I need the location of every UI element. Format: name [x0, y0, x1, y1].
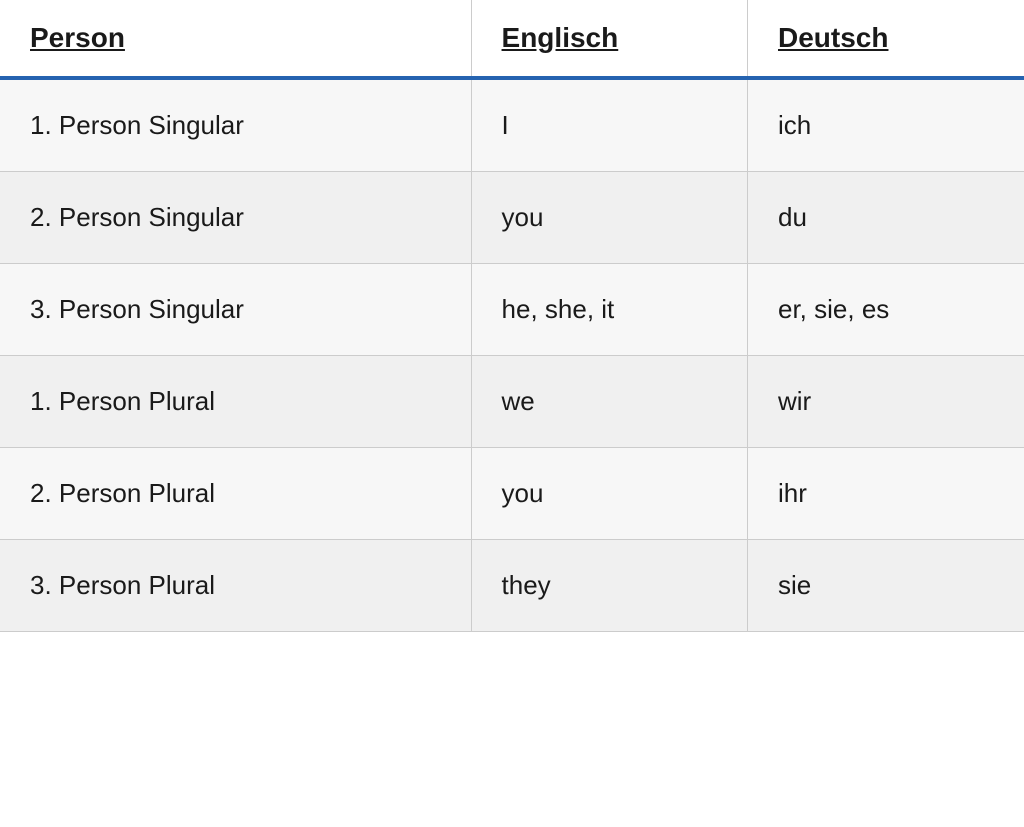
cell-english: you — [471, 448, 747, 540]
cell-english: I — [471, 78, 747, 172]
cell-person: 1. Person Singular — [0, 78, 471, 172]
header-person: Person — [0, 0, 471, 78]
cell-english: he, she, it — [471, 264, 747, 356]
cell-deutsch: er, sie, es — [748, 264, 1024, 356]
cell-person: 3. Person Singular — [0, 264, 471, 356]
table-header-row: Person Englisch Deutsch — [0, 0, 1024, 78]
cell-deutsch: ich — [748, 78, 1024, 172]
table-row: 3. Person Singularhe, she, iter, sie, es — [0, 264, 1024, 356]
cell-deutsch: du — [748, 172, 1024, 264]
table-row: 3. Person Pluraltheysie — [0, 540, 1024, 632]
cell-deutsch: wir — [748, 356, 1024, 448]
cell-deutsch: sie — [748, 540, 1024, 632]
cell-deutsch: ihr — [748, 448, 1024, 540]
table-row: 2. Person Singularyoudu — [0, 172, 1024, 264]
cell-english: you — [471, 172, 747, 264]
pronouns-table: Person Englisch Deutsch 1. Person Singul… — [0, 0, 1024, 632]
cell-english: we — [471, 356, 747, 448]
table-row: 1. Person Pluralwewir — [0, 356, 1024, 448]
cell-person: 2. Person Plural — [0, 448, 471, 540]
header-english: Englisch — [471, 0, 747, 78]
table-row: 1. Person SingularIich — [0, 78, 1024, 172]
header-deutsch: Deutsch — [748, 0, 1024, 78]
table-row: 2. Person Pluralyouihr — [0, 448, 1024, 540]
cell-person: 3. Person Plural — [0, 540, 471, 632]
cell-person: 2. Person Singular — [0, 172, 471, 264]
cell-person: 1. Person Plural — [0, 356, 471, 448]
table-container: Person Englisch Deutsch 1. Person Singul… — [0, 0, 1024, 827]
cell-english: they — [471, 540, 747, 632]
